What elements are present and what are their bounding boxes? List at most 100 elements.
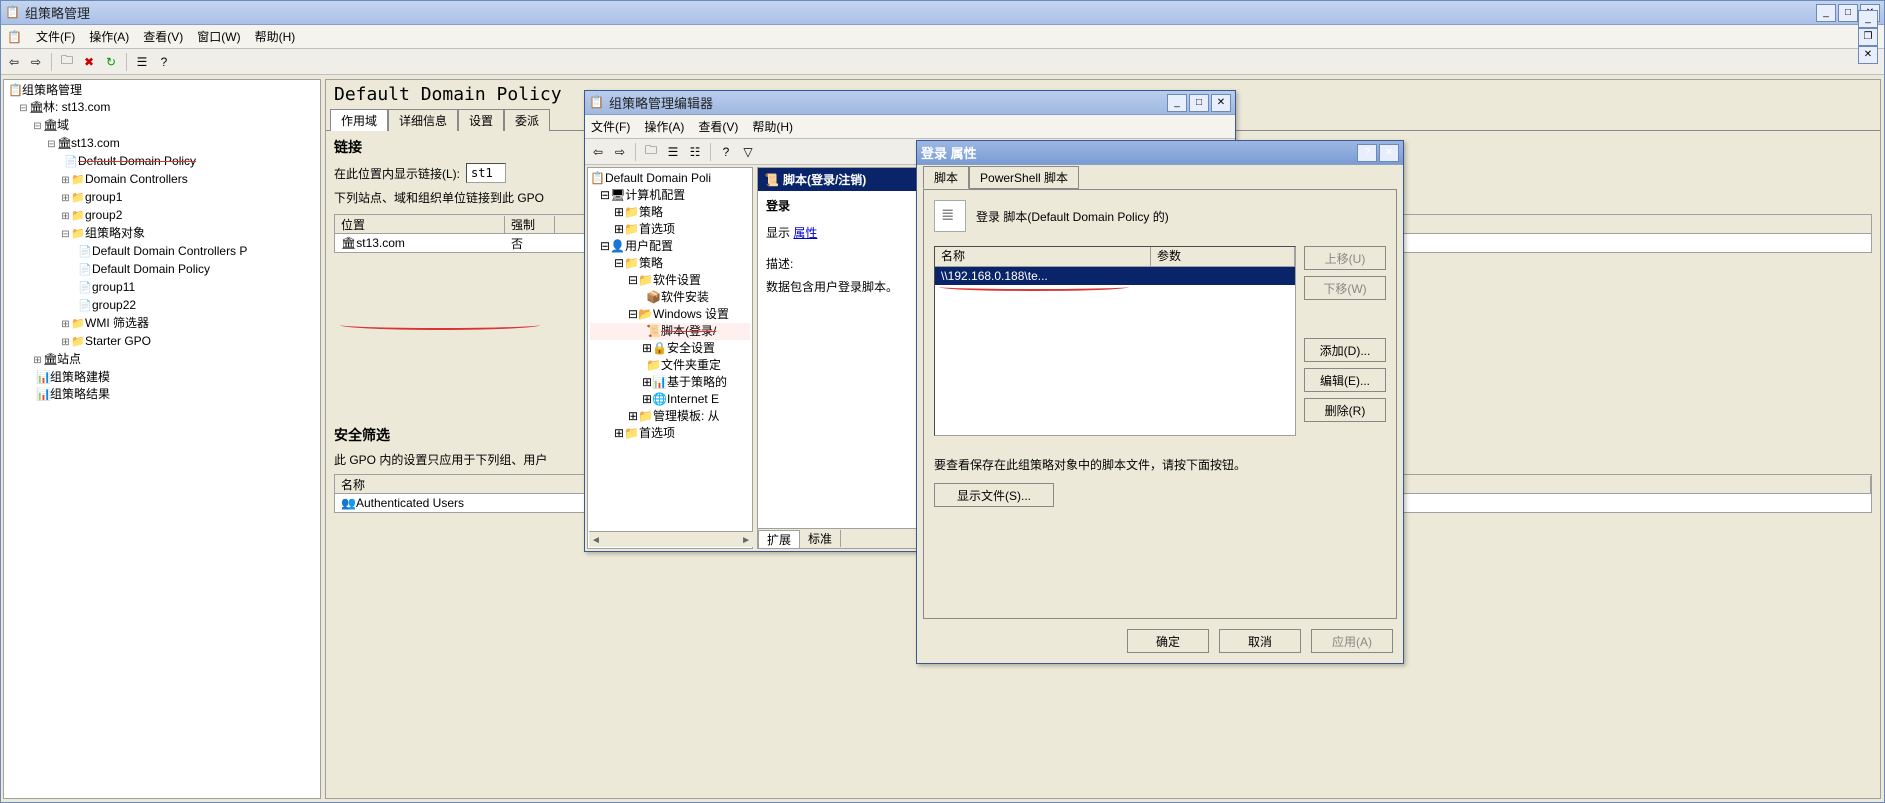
child-minimize-button[interactable]: _	[1858, 10, 1878, 28]
tab-extended[interactable]: 扩展	[758, 530, 800, 548]
app-title: 组策略管理	[25, 3, 90, 22]
gpme-close-button[interactable]: ✕	[1211, 94, 1231, 112]
cancel-button[interactable]: 取消	[1219, 629, 1301, 653]
tree-gpo-container[interactable]: 组策略对象	[85, 226, 145, 240]
col-script-param[interactable]: 参数	[1151, 247, 1295, 266]
tree-wmi[interactable]: WMI 筛选器	[85, 316, 149, 330]
gpme-forward-button[interactable]: ⇨	[611, 143, 629, 161]
menu-file[interactable]: 文件(F)	[36, 28, 75, 45]
up-button[interactable]: 🗀	[58, 53, 76, 71]
gpme-comp-pref[interactable]: 首选项	[639, 222, 675, 236]
show-files-button[interactable]: 显示文件(S)...	[934, 483, 1054, 507]
tab-standard[interactable]: 标准	[800, 530, 841, 547]
gpme-menu-action[interactable]: 操作(A)	[644, 118, 684, 135]
scripts-listbox[interactable]: 名称 参数 \\192.168.0.188\te...	[934, 246, 1296, 436]
menu-action[interactable]: 操作(A)	[89, 28, 129, 45]
tree-group2[interactable]: group2	[85, 208, 122, 222]
help-button[interactable]: ?	[155, 53, 173, 71]
gpme-detail-button[interactable]: ☷	[686, 143, 704, 161]
gpme-soft[interactable]: 软件设置	[653, 273, 701, 287]
gpme-list-button[interactable]: ☰	[664, 143, 682, 161]
properties-button[interactable]: ☰	[133, 53, 151, 71]
gpme-dedup[interactable]: 文件夹重定	[661, 358, 721, 372]
mmc-icon: 📋	[7, 30, 22, 44]
move-down-button[interactable]: 下移(W)	[1304, 276, 1386, 300]
move-up-button[interactable]: 上移(U)	[1304, 246, 1386, 270]
child-close-button[interactable]: ✕	[1858, 46, 1878, 64]
col-enforced[interactable]: 强制	[505, 216, 555, 233]
col-script-name[interactable]: 名称	[935, 247, 1151, 266]
gpme-minimize-button[interactable]: _	[1167, 94, 1187, 112]
prop-tab-scripts[interactable]: 脚本	[923, 166, 969, 189]
tab-settings[interactable]: 设置	[458, 109, 504, 131]
prop-tab-powershell[interactable]: PowerShell 脚本	[969, 166, 1079, 189]
gpme-tree-scrollbar[interactable]	[589, 531, 753, 547]
menu-view[interactable]: 查看(V)	[143, 28, 183, 45]
edit-button[interactable]: 编辑(E)...	[1304, 368, 1386, 392]
ok-button[interactable]: 确定	[1127, 629, 1209, 653]
show-label: 显示	[766, 226, 790, 240]
gpme-sec[interactable]: 安全设置	[667, 341, 715, 355]
gpme-user-cfg[interactable]: 用户配置	[625, 239, 673, 253]
tree-gpo-3[interactable]: group22	[92, 298, 136, 312]
back-button[interactable]: ⇦	[5, 53, 23, 71]
gpme-script[interactable]: 脚本(登录/	[661, 324, 716, 338]
gpme-comp-policy[interactable]: 策略	[639, 205, 663, 219]
tree-starter[interactable]: Starter GPO	[85, 334, 151, 348]
menu-window[interactable]: 窗口(W)	[197, 28, 240, 45]
show-properties-link[interactable]: 属性	[793, 226, 817, 240]
prop-help-button[interactable]: ?	[1357, 144, 1377, 162]
gpme-user-policy[interactable]: 策略	[639, 256, 663, 270]
add-button[interactable]: 添加(D)...	[1304, 338, 1386, 362]
script-row-selected[interactable]: \\192.168.0.188\te...	[935, 267, 1295, 285]
gpme-help-button[interactable]: ?	[717, 143, 735, 161]
tree-default-domain-policy[interactable]: Default Domain Policy	[78, 154, 196, 168]
gpmc-toolbar: ⇦ ⇨ 🗀 ✖ ↻ ☰ ?	[1, 49, 1884, 75]
apply-button[interactable]: 应用(A)	[1311, 629, 1393, 653]
gpme-comp-cfg[interactable]: 计算机配置	[625, 188, 685, 202]
maximize-button[interactable]: □	[1838, 4, 1858, 22]
links-label: 在此位置内显示链接(L):	[334, 165, 460, 182]
refresh-button[interactable]: ↻	[102, 53, 120, 71]
scope-tree[interactable]: 📋组策略管理 ⊟🏛林: st13.com ⊟🏛域 ⊟🏛st13.com Defa…	[4, 80, 320, 403]
remove-button[interactable]: 删除(R)	[1304, 398, 1386, 422]
child-restore-button[interactable]: ❐	[1858, 28, 1878, 46]
tree-gpo-0[interactable]: Default Domain Controllers P	[92, 244, 247, 258]
tab-details[interactable]: 详细信息	[388, 109, 458, 131]
gpme-admtmpl[interactable]: 管理模板: 从	[653, 409, 720, 423]
gpme-ie[interactable]: Internet E	[667, 392, 719, 406]
gpme-root[interactable]: Default Domain Poli	[605, 171, 711, 185]
forward-button[interactable]: ⇨	[27, 53, 45, 71]
tree-sites[interactable]: 站点	[57, 352, 81, 366]
gpme-back-button[interactable]: ⇦	[589, 143, 607, 161]
gpme-qos[interactable]: 基于策略的	[667, 375, 727, 389]
tree-domain-controllers[interactable]: Domain Controllers	[85, 172, 188, 186]
tree-forest[interactable]: 林: st13.com	[43, 100, 110, 114]
gpme-tree[interactable]: 📋Default Domain Poli ⊟🖥计算机配置 ⊞📁策略 ⊞📁首选项 …	[587, 167, 753, 549]
delete-button[interactable]: ✖	[80, 53, 98, 71]
tree-domains[interactable]: 域	[57, 118, 69, 132]
gpme-menu-help[interactable]: 帮助(H)	[752, 118, 793, 135]
gpme-up-button[interactable]: 🗀	[642, 143, 660, 161]
gpme-soft-install[interactable]: 软件安装	[661, 290, 709, 304]
tree-results[interactable]: 组策略结果	[50, 387, 110, 401]
tree-root[interactable]: 组策略管理	[22, 83, 82, 97]
gpme-menu-view[interactable]: 查看(V)	[698, 118, 738, 135]
tab-delegation[interactable]: 委派	[504, 109, 550, 131]
links-location-input[interactable]	[466, 163, 506, 183]
tree-gpo-1[interactable]: Default Domain Policy	[92, 262, 210, 276]
minimize-button[interactable]: _	[1816, 4, 1836, 22]
gpme-filter-button[interactable]: ▽	[739, 143, 757, 161]
gpme-user-pref[interactable]: 首选项	[639, 426, 675, 440]
tree-group1[interactable]: group1	[85, 190, 122, 204]
tree-gpo-2[interactable]: group11	[92, 280, 135, 294]
tree-domain[interactable]: st13.com	[71, 136, 120, 150]
prop-close-button[interactable]: ✕	[1379, 144, 1399, 162]
gpme-menu-file[interactable]: 文件(F)	[591, 118, 630, 135]
col-location[interactable]: 位置	[335, 216, 505, 233]
tab-scope[interactable]: 作用域	[330, 109, 388, 131]
gpme-win[interactable]: Windows 设置	[653, 307, 729, 321]
menu-help[interactable]: 帮助(H)	[255, 28, 296, 45]
gpme-maximize-button[interactable]: □	[1189, 94, 1209, 112]
tree-modeling[interactable]: 组策略建模	[50, 370, 110, 384]
